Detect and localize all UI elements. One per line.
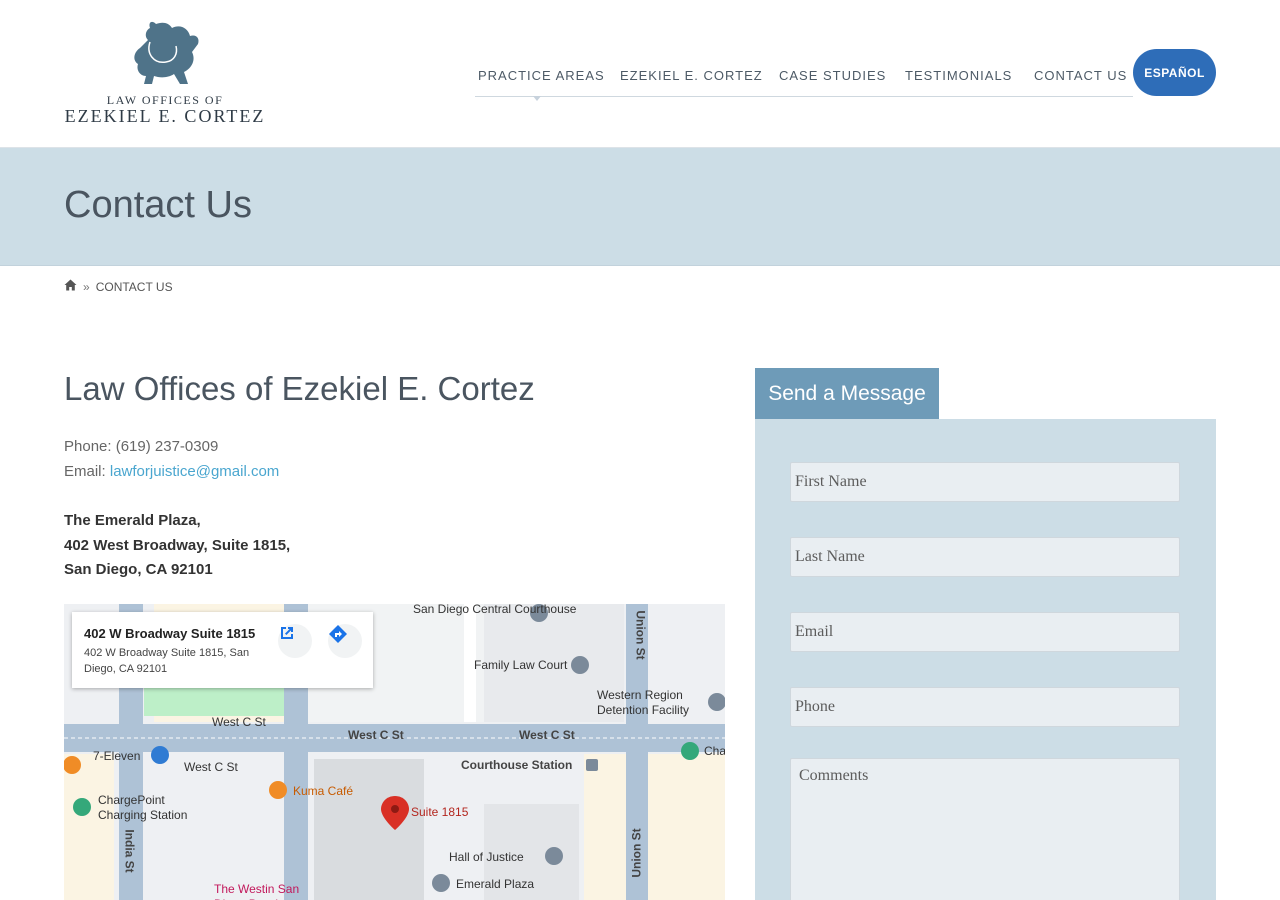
map-label-india-st: India St xyxy=(122,829,137,873)
site-header: LAW OFFICES OF EZEKIEL E. CORTEZ PRACTIC… xyxy=(0,0,1280,148)
map-label-kuma-cafe: Kuma Café xyxy=(293,784,354,798)
griffin-logo-icon xyxy=(134,21,199,85)
map-label-west-c-4: West C St xyxy=(184,760,238,774)
phone-field[interactable] xyxy=(790,687,1180,727)
comments-field[interactable] xyxy=(790,758,1180,900)
address-line-3: San Diego, CA 92101 xyxy=(64,561,213,578)
main-nav: PRACTICE AREAS EZEKIEL E. CORTEZ CASE ST… xyxy=(475,50,1133,101)
nav-testimonials[interactable]: TESTIMONIALS xyxy=(905,68,1012,83)
map-label-family-law: Family Law Court xyxy=(474,658,568,672)
address-line-1: The Emerald Plaza, xyxy=(64,512,201,529)
directions-icon xyxy=(329,625,347,643)
map-info-card: 402 W Broadway Suite 1815 402 W Broadway… xyxy=(72,612,373,688)
breadcrumb: » CONTACT US xyxy=(64,279,173,294)
nav-practice-areas[interactable]: PRACTICE AREAS xyxy=(478,68,605,83)
contact-form xyxy=(755,419,1216,900)
nav-ezekiel-cortez[interactable]: EZEKIEL E. CORTEZ xyxy=(620,68,763,83)
map-label-emerald-plaza: Emerald Plaza xyxy=(456,877,535,891)
chevron-down-icon xyxy=(533,96,541,101)
map-label-courthouse-station: Courthouse Station xyxy=(461,758,573,772)
phone-label: Phone: xyxy=(64,438,112,455)
map-label-westin: The Westin San Diego Bayview xyxy=(214,882,300,900)
address-line-2: 402 West Broadway, Suite 1815, xyxy=(64,536,291,554)
external-link-icon xyxy=(281,627,293,639)
logo-line-2: EZEKIEL E. CORTEZ xyxy=(64,106,266,126)
nav-case-studies[interactable]: CASE STUDIES xyxy=(779,68,886,83)
last-name-field[interactable] xyxy=(790,537,1180,577)
open-in-maps-button[interactable] xyxy=(278,624,312,658)
breadcrumb-separator: » xyxy=(83,279,90,294)
map-label-union-st-bottom: Union St xyxy=(629,828,644,878)
map-label-hall-of-justice: Hall of Justice xyxy=(449,850,524,864)
map-label-7-eleven: 7-Eleven xyxy=(93,749,141,763)
map-card-address: 402 W Broadway Suite 1815, San Diego, CA… xyxy=(84,647,250,675)
firm-name-heading: Law Offices of Ezekiel E. Cortez xyxy=(64,370,535,407)
email-link[interactable]: lawforjuistice@gmail.com xyxy=(110,463,279,480)
map-label-chargepoint: ChargePoint Charging Station xyxy=(98,793,188,822)
nav-contact-us[interactable]: CONTACT US xyxy=(1034,68,1127,83)
email-line: Email: lawforjuistice@gmail.com xyxy=(64,463,279,480)
language-espanol-button[interactable]: ESPAÑOL xyxy=(1133,49,1216,96)
map-card-title: 402 W Broadway Suite 1815 xyxy=(84,626,256,641)
directions-button[interactable] xyxy=(328,624,362,658)
phone-line: Phone: (619) 237-0309 xyxy=(64,438,218,455)
map-label-western-region: Western Region Detention Facility xyxy=(597,688,690,717)
map-label-union-st-top: Union St xyxy=(633,610,648,660)
map-label-courthouse: San Diego Central Courthouse xyxy=(413,604,577,616)
page-banner: Contact Us xyxy=(0,148,1280,266)
breadcrumb-current: CONTACT US xyxy=(95,279,173,294)
phone-number: (619) 237-0309 xyxy=(115,438,219,455)
email-field[interactable] xyxy=(790,612,1180,652)
home-icon[interactable] xyxy=(64,279,77,294)
page-title: Contact Us xyxy=(64,184,252,226)
map-label-suite: Suite 1815 xyxy=(411,805,469,819)
send-message-tab: Send a Message xyxy=(755,368,939,419)
email-label: Email: xyxy=(64,463,106,480)
google-map[interactable]: 402 W Broadway Suite 1815 402 W Broadway… xyxy=(64,604,725,900)
map-label-west-c-1: West C St xyxy=(212,715,266,729)
site-logo[interactable]: LAW OFFICES OF EZEKIEL E. CORTEZ xyxy=(64,18,266,126)
office-address: The Emerald Plaza, 402 West Broadway, Su… xyxy=(64,509,290,583)
map-label-west-c-3: West C St xyxy=(519,728,575,742)
map-label-west-c-2: West C St xyxy=(348,728,404,742)
map-label-cha: Cha xyxy=(704,744,725,758)
first-name-field[interactable] xyxy=(790,462,1180,502)
